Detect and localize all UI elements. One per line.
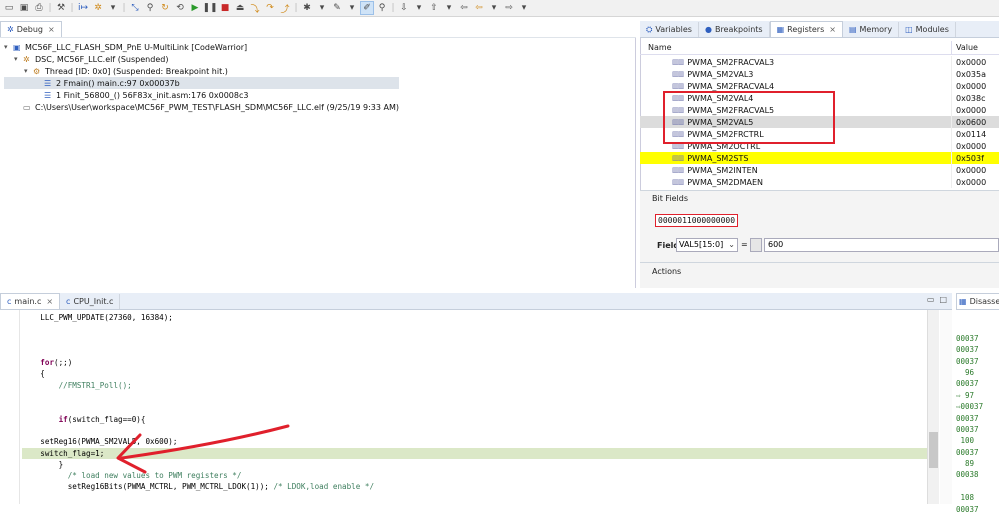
red-arrow-annotation (116, 424, 290, 474)
disassembly-line[interactable]: 00037 (956, 504, 999, 515)
